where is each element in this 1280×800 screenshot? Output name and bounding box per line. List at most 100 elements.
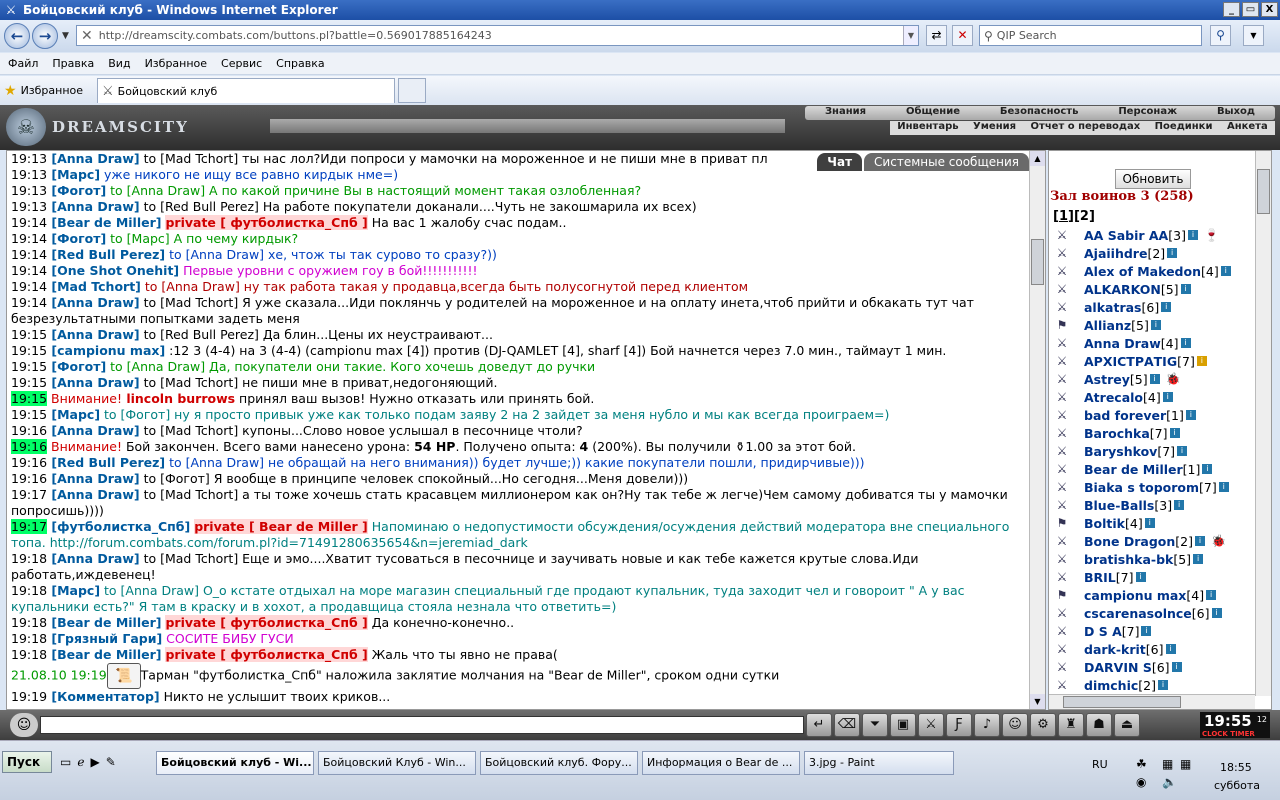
user-action-icon[interactable]: ⚔ [1051, 408, 1073, 422]
chat-nick[interactable]: [campionu max] [47, 343, 165, 358]
refresh-icon[interactable]: ⇄ [926, 25, 947, 46]
translit-icon[interactable]: Ƒ [946, 713, 972, 737]
chat-nick[interactable]: [футболистка_Спб] [47, 519, 190, 534]
user-name[interactable]: Baryshkov [1084, 444, 1157, 459]
info-icon[interactable]: i [1141, 626, 1152, 636]
user-row[interactable]: ⚔ ALKARKON [5] i [1051, 280, 1255, 298]
user-row[interactable]: ⚑ Allianz [5] i [1051, 316, 1255, 334]
chat-nick[interactable]: [Red Bull Perez] [47, 455, 165, 470]
tray-icon-a[interactable]: ☘ [1136, 757, 1147, 771]
eraser-icon[interactable]: ⌫ [834, 713, 860, 737]
user-row[interactable]: ⚔ cscarenasolnce [6] i [1051, 604, 1255, 622]
chat-nick[interactable]: [Anna Draw] [47, 295, 139, 310]
chat-nick[interactable]: [Anna Draw] [47, 471, 139, 486]
info-icon[interactable]: i [1180, 284, 1191, 294]
forward-button[interactable]: → [32, 23, 58, 49]
user-name[interactable]: Blue-Balls [1084, 498, 1154, 513]
user-name[interactable]: ALKARKON [1084, 282, 1161, 297]
media-icon[interactable]: ▶ [90, 755, 99, 769]
info-icon[interactable]: i [1161, 302, 1172, 312]
chat-nick[interactable]: [Anna Draw] [47, 375, 139, 390]
maximize-button[interactable]: ▭ [1242, 2, 1259, 17]
task-1[interactable]: Бойцовский клуб - Wi... [156, 751, 314, 775]
info-icon[interactable]: i [1135, 572, 1146, 582]
info-icon[interactable]: i [1196, 356, 1207, 366]
chat-nick[interactable]: [Комментатор] [47, 689, 159, 704]
info-icon[interactable]: i [1171, 662, 1182, 672]
user-name[interactable]: dimchic [1084, 678, 1138, 693]
menu-character[interactable]: Персонаж [1118, 106, 1177, 120]
user-action-icon[interactable]: ⚔ [1051, 228, 1073, 242]
scroll-up-icon[interactable]: ▲ [1030, 151, 1045, 166]
task-3[interactable]: Бойцовский клуб. Фору... [480, 751, 638, 775]
task-5[interactable]: 3.jpg - Paint [804, 751, 954, 775]
menu-tools[interactable]: Сервис [221, 57, 262, 70]
avatar-icon[interactable]: ☺ [10, 713, 38, 737]
chat-nick[interactable]: [Red Bull Perez] [47, 247, 165, 262]
user-action-icon[interactable]: ⚔ [1051, 570, 1073, 584]
chat-nick[interactable]: [Фогот] [47, 231, 106, 246]
language-indicator[interactable]: RU [1092, 758, 1108, 771]
info-icon[interactable]: i [1169, 428, 1180, 438]
smiley-icon[interactable]: ☺ [1002, 713, 1028, 737]
menu-skills[interactable]: Умения [973, 121, 1016, 135]
user-action-icon[interactable]: ⚔ [1051, 390, 1073, 404]
user-name[interactable]: Astrey [1084, 372, 1130, 387]
save-icon[interactable]: ▣ [890, 713, 916, 737]
user-action-icon[interactable]: ⚔ [1051, 300, 1073, 314]
menu-view[interactable]: Вид [108, 57, 130, 70]
user-name[interactable]: dark-krit [1084, 642, 1146, 657]
chat-nick[interactable]: [Bear de Miller] [47, 647, 161, 662]
menu-communication[interactable]: Общение [906, 106, 960, 120]
user-action-icon[interactable]: ⚑ [1051, 318, 1073, 332]
info-icon[interactable]: i [1185, 410, 1196, 420]
user-row[interactable]: ⚑ Boltik [4] i [1051, 514, 1255, 532]
user-name[interactable]: DARVIN S [1084, 660, 1152, 675]
chat-nick[interactable]: [Bear de Miller] [47, 215, 161, 230]
user-action-icon[interactable]: ⚔ [1051, 678, 1073, 692]
menu-fights[interactable]: Поединки [1155, 121, 1213, 135]
start-button[interactable]: Пуск [2, 751, 52, 773]
user-action-icon[interactable]: ⚑ [1051, 516, 1073, 530]
menu-help[interactable]: Справка [276, 57, 324, 70]
chat-nick[interactable]: [Anna Draw] [47, 551, 139, 566]
menu-favorites[interactable]: Избранное [145, 57, 207, 70]
tab-chat[interactable]: Чат [817, 153, 863, 171]
chat-nick[interactable]: [Грязный Гари] [47, 631, 162, 646]
user-row[interactable]: ⚔ AA Sabir AA [3] i 🍷 [1051, 226, 1255, 244]
chat-nick[interactable]: [Марс] [47, 583, 100, 598]
info-icon[interactable]: i [1206, 590, 1217, 600]
room-hscroll-thumb[interactable] [1063, 696, 1181, 708]
info-icon[interactable]: i [1149, 374, 1160, 384]
user-row[interactable]: ⚑ campionu max [4] i [1051, 586, 1255, 604]
chat-nick[interactable]: [One Shot Onehit] [47, 263, 179, 278]
user-name[interactable]: Anna Draw [1084, 336, 1161, 351]
user-name[interactable]: Allianz [1084, 318, 1131, 333]
ie-icon[interactable]: ℯ [77, 755, 84, 769]
user-row[interactable]: ⚔ Baryshkov [7] i [1051, 442, 1255, 460]
info-icon[interactable]: i [1162, 392, 1173, 402]
user-action-icon[interactable]: ⚔ [1051, 480, 1073, 494]
menu-edit[interactable]: Правка [52, 57, 94, 70]
tab-system-messages[interactable]: Системные сообщения [864, 153, 1029, 171]
user-row[interactable]: ⚔ Bear de Miller [1] i [1051, 460, 1255, 478]
back-button[interactable]: ← [4, 23, 30, 49]
tray-icon-b[interactable]: ▦ [1180, 757, 1191, 771]
chat-nick[interactable]: [Anna Draw] [47, 151, 139, 166]
user-name[interactable]: Boltik [1084, 516, 1125, 531]
chat-nick[interactable]: [Фогот] [47, 359, 106, 374]
user-action-icon[interactable]: ⚔ [1051, 264, 1073, 278]
user-name[interactable]: bratishka-bk [1084, 552, 1173, 567]
mask-icon[interactable]: ☗ [1086, 713, 1112, 737]
info-icon[interactable]: i [1194, 536, 1205, 546]
tray-icon-c[interactable]: ◉ [1136, 775, 1146, 789]
info-icon[interactable]: i [1167, 248, 1178, 258]
user-action-icon[interactable]: ⚔ [1051, 534, 1073, 548]
chat-nick[interactable]: [Mad Tchort] [47, 279, 141, 294]
search-input[interactable]: ⚲ QIP Search [979, 25, 1202, 46]
user-action-icon[interactable]: ⚔ [1051, 660, 1073, 674]
user-action-icon[interactable]: ⚔ [1051, 462, 1073, 476]
refresh-button[interactable]: Обновить [1115, 169, 1191, 189]
close-button[interactable]: X [1261, 2, 1278, 17]
user-name[interactable]: campionu max [1084, 588, 1186, 603]
